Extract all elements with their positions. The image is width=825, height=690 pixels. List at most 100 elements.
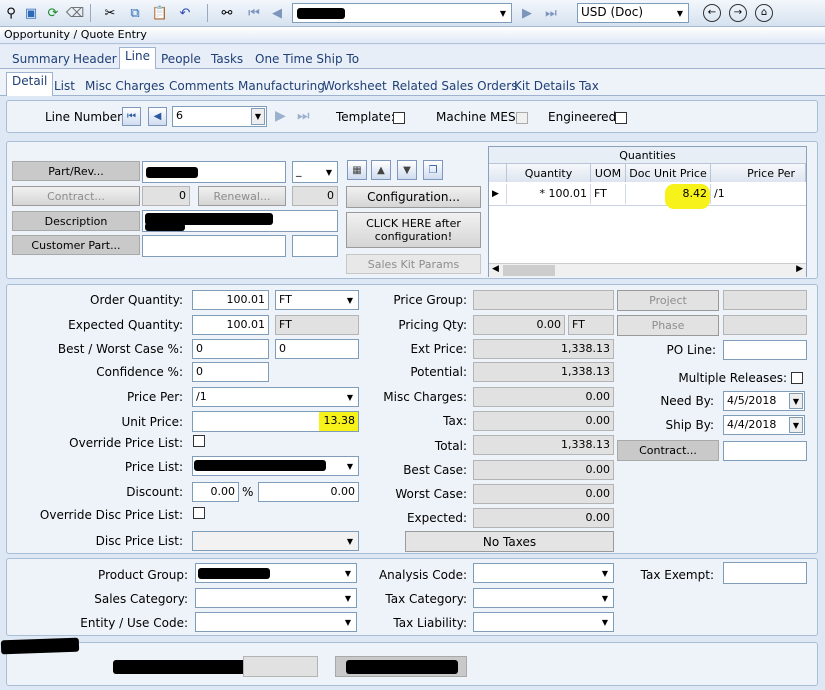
chevron-down-icon[interactable]: ▼ <box>598 614 612 630</box>
last-record-icon[interactable]: ⏭ <box>297 108 310 124</box>
chevron-down-icon[interactable]: ▼ <box>341 565 355 581</box>
copy-doc-icon[interactable]: ⧉ <box>126 4 144 22</box>
tab-header[interactable]: Header <box>73 52 117 66</box>
confidence-field[interactable]: 0 <box>192 362 269 382</box>
home-icon[interactable]: ⌂ <box>755 4 773 22</box>
col-uom[interactable]: UOM <box>591 164 626 182</box>
chevron-down-icon[interactable]: ▼ <box>496 5 510 21</box>
horizontal-scrollbar[interactable]: ◀ ▶ <box>489 263 806 277</box>
chevron-down-icon[interactable]: ▼ <box>322 163 336 181</box>
chevron-down-icon[interactable]: ▼ <box>251 108 265 125</box>
chevron-down-icon[interactable]: ▼ <box>343 533 357 549</box>
chevron-down-icon[interactable]: ▼ <box>341 590 355 606</box>
discount-amount-field[interactable]: 0.00 <box>258 482 359 502</box>
undo-icon[interactable]: ↶ <box>176 4 194 22</box>
price-per-select[interactable]: /1 ▼ <box>192 387 359 407</box>
back-icon[interactable]: ← <box>703 4 721 22</box>
chevron-down-icon[interactable]: ▼ <box>341 614 355 630</box>
expected-qty-field[interactable]: 100.01 <box>192 315 269 335</box>
tax-liability-select[interactable]: ▼ <box>473 612 614 632</box>
prev-record-icon[interactable]: ◀ <box>148 107 167 126</box>
tab-tax[interactable]: Tax <box>579 79 599 93</box>
tab-summary[interactable]: Summary <box>12 52 70 66</box>
footer-button[interactable] <box>335 656 467 677</box>
uom-cell[interactable]: FT <box>591 184 626 204</box>
forward-icon[interactable]: → <box>729 4 747 22</box>
tab-manufacturing[interactable]: Manufacturing <box>238 79 325 93</box>
chevron-down-icon[interactable]: ▼ <box>673 5 687 21</box>
revision-select[interactable]: _ ▼ <box>292 161 338 183</box>
customer-part-button[interactable]: Customer Part... <box>12 235 140 255</box>
doc-unit-price-cell[interactable]: 8.42 <box>626 184 711 204</box>
binoculars-icon[interactable]: ⚯ <box>218 4 236 22</box>
analysis-code-select[interactable]: ▼ <box>473 563 614 583</box>
tab-misc-charges[interactable]: Misc Charges <box>85 79 165 93</box>
window-icon[interactable]: ▼ <box>397 160 417 180</box>
worst-case-pct-field[interactable]: 0 <box>275 339 359 359</box>
tab-detail[interactable]: Detail <box>6 72 54 96</box>
tax-category-select[interactable]: ▼ <box>473 588 614 608</box>
chevron-down-icon[interactable]: ▼ <box>343 292 357 308</box>
renewal-button[interactable]: Renewal... <box>198 186 286 206</box>
first-icon[interactable]: ⏮ <box>245 4 263 22</box>
chevron-down-icon[interactable]: ▼ <box>343 389 357 405</box>
tab-comments[interactable]: Comments <box>169 79 234 93</box>
po-line-field[interactable] <box>723 340 807 360</box>
phase-button[interactable]: Phase <box>617 315 719 336</box>
ship-by-date-field[interactable]: 4/4/2018 ▼ <box>723 415 805 435</box>
layers-icon[interactable]: ❐ <box>423 160 443 180</box>
customer-part-field[interactable] <box>142 235 286 257</box>
tab-line[interactable]: Line <box>119 47 157 69</box>
description-button[interactable]: Description <box>12 211 140 231</box>
click-here-button[interactable]: CLICK HERE after configuration! <box>346 212 481 248</box>
picture-icon[interactable]: ▲ <box>371 160 391 180</box>
currency-select[interactable]: USD (Doc) ▼ <box>577 3 689 23</box>
line-number-select[interactable]: 6 ▼ <box>172 106 267 127</box>
tax-exempt-field[interactable] <box>723 562 807 584</box>
price-list-select[interactable]: ▼ <box>192 456 359 476</box>
paste-icon[interactable]: 📋 <box>151 4 169 22</box>
order-qty-uom-select[interactable]: FT ▼ <box>275 290 359 310</box>
chevron-down-icon[interactable]: ▼ <box>598 565 612 581</box>
unit-price-field[interactable]: 13.38 <box>192 411 359 432</box>
quantity-cell[interactable]: * 100.01 <box>507 184 591 204</box>
calendar-dropdown-icon[interactable]: ▼ <box>789 393 803 409</box>
description-field[interactable] <box>142 210 338 232</box>
col-doc-unit-price[interactable]: Doc Unit Price <box>626 164 711 182</box>
contract-right-button[interactable]: Contract... <box>617 440 719 461</box>
refresh-icon[interactable]: ⟳ <box>44 4 62 22</box>
pin-icon[interactable]: ⚲ <box>2 4 20 22</box>
tab-tasks[interactable]: Tasks <box>211 52 243 66</box>
contract-button[interactable]: Contract... <box>12 186 140 206</box>
project-button[interactable]: Project <box>617 290 719 311</box>
order-qty-field[interactable]: 100.01 <box>192 290 269 310</box>
chevron-down-icon[interactable]: ▼ <box>598 590 612 606</box>
part-number-field[interactable] <box>142 161 286 183</box>
tab-worksheet[interactable]: Worksheet <box>323 79 387 93</box>
col-quantity[interactable]: Quantity <box>507 164 591 182</box>
contract-right-field[interactable] <box>723 441 807 461</box>
disc-price-list-select[interactable]: ▼ <box>192 531 359 551</box>
part-rev-button[interactable]: Part/Rev... <box>12 161 140 181</box>
tab-one-time-ship-to[interactable]: One Time Ship To <box>255 52 359 66</box>
tab-people[interactable]: People <box>161 52 201 66</box>
tab-kit-details[interactable]: Kit Details <box>514 79 575 93</box>
template-checkbox[interactable] <box>393 112 405 124</box>
eraser-icon[interactable]: ⌫ <box>66 4 84 22</box>
scroll-right-icon[interactable]: ▶ <box>796 264 803 274</box>
discount-pct-field[interactable]: 0.00 <box>192 482 239 502</box>
table-row[interactable]: ▶ * 100.01 FT 8.42 /1 <box>489 184 806 209</box>
col-price-per[interactable]: Price Per <box>711 164 806 182</box>
copy-icon[interactable]: ▣ <box>22 4 40 22</box>
image-icon[interactable]: ▦ <box>347 160 367 180</box>
scroll-left-icon[interactable]: ◀ <box>492 264 499 274</box>
override-disc-checkbox[interactable] <box>193 507 205 519</box>
tab-list[interactable]: List <box>54 79 75 93</box>
multiple-releases-checkbox[interactable] <box>791 372 803 384</box>
entity-use-code-select[interactable]: ▼ <box>195 612 357 632</box>
cut-icon[interactable]: ✂ <box>101 4 119 22</box>
best-case-pct-field[interactable]: 0 <box>192 339 269 359</box>
price-per-cell[interactable]: /1 <box>711 184 806 204</box>
next-record-icon[interactable]: ▶ <box>275 108 286 124</box>
tab-related-sales-orders[interactable]: Related Sales Orders <box>392 79 518 93</box>
